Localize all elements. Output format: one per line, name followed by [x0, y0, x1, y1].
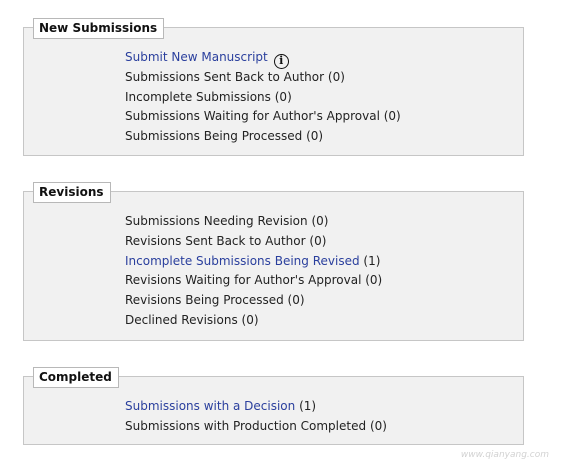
list-item: Submit New Manuscript i — [125, 48, 401, 69]
revisions-sent-back-count: (0) — [309, 233, 327, 248]
new-submissions-panel: New Submissions Submit New Manuscript i S… — [23, 18, 524, 156]
list-item: Submissions Needing Revision (0) — [125, 212, 382, 232]
list-item: Submissions with Production Completed (0… — [125, 417, 387, 437]
submissions-with-decision-link[interactable]: Submissions with a Decision — [125, 399, 295, 413]
submit-new-manuscript-link[interactable]: Submit New Manuscript — [125, 50, 268, 64]
submissions-with-decision-count: (1) — [299, 399, 317, 413]
revisions-sent-back-label: Revisions Sent Back to Author — [125, 233, 306, 248]
incomplete-submissions-being-revised-link[interactable]: Incomplete Submissions Being Revised — [125, 254, 360, 268]
list-item: Incomplete Submissions Being Revised (1) — [125, 252, 382, 272]
revisions-waiting-approval-label: Revisions Waiting for Author's Approval — [125, 273, 362, 288]
list-item: Submissions Being Processed (0) — [125, 127, 401, 147]
submissions-needing-revision-count: (0) — [311, 214, 329, 228]
submissions-production-completed-label: Submissions with Production Completed — [125, 418, 367, 433]
submissions-production-completed-count: (0) — [369, 418, 387, 433]
submissions-being-processed-count: (0) — [306, 129, 324, 144]
list-item: Submissions Sent Back to Author (0) — [125, 68, 401, 88]
incomplete-submissions-count: (0) — [274, 89, 292, 104]
completed-title: Completed — [33, 367, 119, 388]
submissions-waiting-approval-count: (0) — [383, 109, 401, 124]
list-item: Revisions Being Processed (0) — [125, 291, 382, 311]
declined-revisions-count: (0) — [241, 312, 259, 327]
incomplete-submissions-being-revised-count: (1) — [363, 253, 381, 268]
list-item: Declined Revisions (0) — [125, 311, 382, 331]
completed-list: Submissions with a Decision (1) Submissi… — [125, 397, 387, 437]
submissions-waiting-approval-label: Submissions Waiting for Author's Approva… — [125, 109, 380, 124]
revisions-being-processed-count: (0) — [283, 293, 305, 308]
revisions-being-processed-label: Revisions Being Processed — [125, 293, 284, 308]
info-circle-icon[interactable]: i — [273, 54, 289, 69]
revisions-title: Revisions — [33, 182, 111, 203]
new-submissions-list: Submit New Manuscript i Submissions Sent … — [125, 48, 401, 147]
list-item: Revisions Waiting for Author's Approval … — [125, 271, 382, 291]
submissions-sent-back-label: Submissions Sent Back to Author — [125, 69, 325, 84]
revisions-list: Submissions Needing Revision (0) Revisio… — [125, 212, 382, 331]
submissions-being-processed-label: Submissions Being Processed — [125, 129, 303, 144]
incomplete-submissions-label: Incomplete Submissions — [125, 89, 271, 104]
revisions-waiting-approval-count: (0) — [365, 273, 383, 288]
revisions-panel: Revisions Submissions Needing Revision (… — [23, 182, 524, 341]
list-item: Submissions with a Decision (1) — [125, 397, 387, 417]
list-item: Submissions Waiting for Author's Approva… — [125, 107, 401, 127]
list-item: Revisions Sent Back to Author (0) — [125, 232, 382, 252]
submissions-sent-back-count: (0) — [327, 69, 345, 84]
new-submissions-title: New Submissions — [33, 18, 165, 39]
watermark: www.qianyang.com — [460, 450, 549, 460]
list-item: Incomplete Submissions (0) — [125, 88, 401, 108]
completed-panel: Completed Submissions with a Decision (1… — [23, 367, 524, 445]
submissions-needing-revision-label: Submissions Needing Revision — [125, 214, 308, 228]
declined-revisions-label: Declined Revisions — [125, 312, 238, 327]
